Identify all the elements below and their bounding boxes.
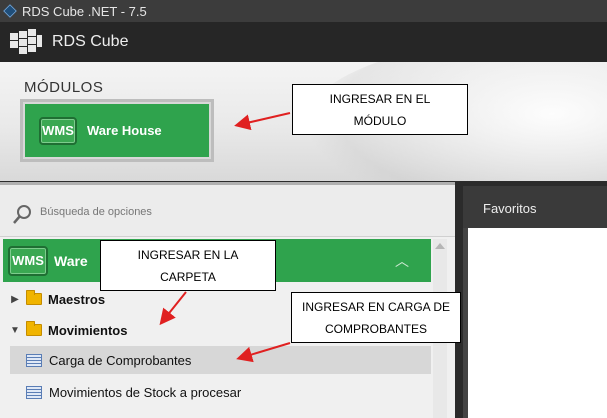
annotation-module: INGRESAR EN EL MÓDULO (292, 84, 468, 135)
sidebar-item-movimientos-de-stock[interactable]: Movimientos de Stock a procesar (10, 378, 431, 406)
item-label: Movimientos de Stock a procesar (49, 384, 242, 400)
document-list-icon (26, 385, 42, 399)
wms-badge-text: WMS (42, 123, 74, 138)
expand-arrow-icon[interactable]: ▶ (8, 294, 22, 305)
collapse-arrow-icon[interactable]: ▼ (8, 325, 22, 336)
rds-cube-logo-icon (10, 29, 42, 54)
window-titlebar: RDS Cube .NET - 7.5 (0, 0, 607, 22)
favorites-content (468, 228, 607, 418)
module-tile-warehouse[interactable]: WMS Ware House (20, 99, 214, 162)
module-tile-body[interactable]: WMS Ware House (25, 104, 209, 157)
folder-icon (26, 321, 42, 336)
annotation-text: INGRESAR EN EL MÓDULO (329, 91, 431, 128)
search-bar (0, 185, 455, 237)
annotation-carga: INGRESAR EN CARGA DE COMPROBANTES (291, 292, 461, 343)
favorites-pane: Favoritos (463, 186, 607, 418)
annotation-text: INGRESAR EN CARGA DE COMPROBANTES (301, 299, 451, 336)
folder-label: Maestros (48, 291, 106, 307)
module-tile-label: Ware House (87, 123, 162, 138)
app-name: RDS Cube (52, 33, 129, 50)
annotation-text: INGRESAR EN LA CARPETA (137, 247, 239, 284)
wms-icon: WMS (8, 245, 48, 276)
scroll-up-arrow-icon[interactable] (435, 243, 445, 249)
wms-badge-text: WMS (12, 253, 44, 268)
app-cube-icon (3, 4, 17, 18)
search-icon (13, 205, 31, 224)
favorites-title: Favoritos (463, 186, 607, 228)
annotation-folder: INGRESAR EN LA CARPETA (100, 240, 276, 291)
sidebar-module-label: Ware (54, 252, 88, 269)
app-header: RDS Cube (0, 22, 607, 62)
window-title: RDS Cube .NET - 7.5 (22, 3, 147, 19)
search-input[interactable] (40, 201, 420, 223)
modules-heading: MÓDULOS (24, 79, 104, 96)
folder-icon (26, 290, 42, 305)
document-list-icon (26, 353, 42, 367)
wms-icon: WMS (39, 116, 77, 145)
chevron-up-icon[interactable]: ︿ (395, 251, 409, 271)
item-label: Carga de Comprobantes (49, 352, 192, 368)
folder-label: Movimientos (48, 322, 128, 338)
sidebar-item-carga-de-comprobantes[interactable]: Carga de Comprobantes (10, 346, 431, 374)
